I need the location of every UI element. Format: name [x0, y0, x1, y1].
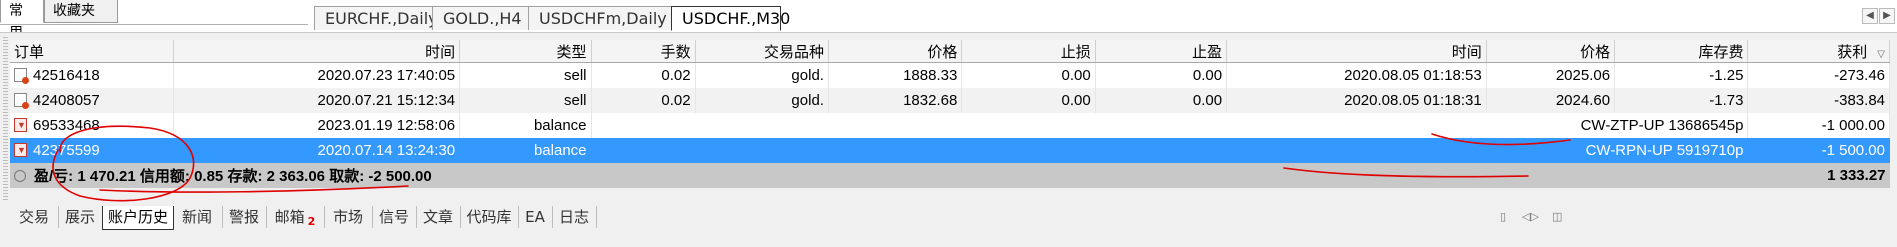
tab-code-base[interactable]: 代码库 [460, 206, 519, 228]
deposit-value: 2 363.06 [266, 168, 326, 185]
close-time: 2020.08.05 01:18:53 [1226, 62, 1487, 88]
terminal-tabs: 交易 展示 账户历史 新闻 警报 邮箱 2 市场 信号 文章 代码库 EA 日志 [10, 206, 1890, 230]
withdraw-value: -2 500.00 [368, 168, 432, 185]
deposit-label: 存款: [227, 168, 263, 185]
tab-trade[interactable]: 交易 [10, 206, 59, 228]
order-icon [14, 93, 29, 109]
close-price: 2025.06 [1486, 62, 1616, 88]
type: balance [459, 138, 592, 163]
stop-loss: 0.00 [961, 62, 1096, 88]
mail-count-badge: 2 [307, 215, 316, 228]
tabs-scroll-left-icon[interactable]: ◀ [1862, 8, 1878, 24]
panel-resize-icon[interactable]: ◫ [1552, 210, 1562, 223]
col-profit-label: 获利 [1837, 43, 1868, 61]
order-id: 42375599 [33, 142, 100, 159]
order-icon [14, 68, 29, 84]
col-stop-loss[interactable]: 止损 [961, 40, 1096, 63]
type: sell [459, 62, 592, 88]
open-price: 1888.33 [828, 62, 963, 88]
pl-label: 盈/亏: [34, 168, 74, 185]
table-header: 订单 时间 类型 手数 交易品种 价格 止损 止盈 时间 价格 库存费 获利 ▽ [10, 40, 1890, 63]
tab-alerts[interactable]: 警报 [222, 206, 267, 228]
col-open-time[interactable]: 时间 [173, 40, 461, 63]
withdraw-label: 取款: [329, 168, 365, 185]
col-type[interactable]: 类型 [459, 40, 592, 63]
tabs-scroll-right-icon[interactable]: ▶ [1879, 8, 1895, 24]
tab-articles[interactable]: 文章 [416, 206, 461, 228]
table-row[interactable]: 42516418 2020.07.23 17:40:05 sell 0.02 g… [10, 62, 1890, 88]
tab-mailbox-label: 邮箱 [274, 208, 305, 226]
col-symbol[interactable]: 交易品种 [695, 40, 829, 63]
take-profit: 0.00 [1095, 88, 1228, 113]
tab-mailbox[interactable]: 邮箱 2 [266, 206, 325, 228]
col-take-profit[interactable]: 止盈 [1095, 40, 1228, 63]
table-row[interactable]: ▼ 69533468 2023.01.19 12:58:06 balance CW… [10, 113, 1890, 138]
tab-exposure[interactable]: 展示 [58, 206, 103, 228]
lots: 0.02 [591, 88, 696, 113]
tab-news[interactable]: 新闻 [172, 206, 223, 228]
open-time: 2020.07.14 13:24:30 [173, 138, 461, 163]
col-open-price[interactable]: 价格 [828, 40, 963, 63]
tab-market[interactable]: 市场 [324, 206, 373, 228]
tab-favorites[interactable]: 收藏夹 [44, 0, 118, 23]
profit: -383.84 [1747, 88, 1890, 113]
profit: -1 500.00 [1747, 138, 1890, 163]
tab-journal[interactable]: 日志 [552, 206, 597, 228]
credit-value: 0.85 [194, 168, 224, 185]
summary-row: 盈/亏: 1 470.21 信用额: 0.85 存款: 2 363.06 取款:… [10, 163, 1890, 188]
navigator-tabs: 常用 收藏夹 [0, 0, 308, 41]
take-profit: 0.00 [1095, 62, 1228, 88]
symbol: gold. [695, 62, 829, 88]
comment: CW-RPN-UP 5919710p [591, 138, 1749, 163]
chart-tab-gold[interactable]: GOLD.,H4 [432, 6, 530, 30]
chart-tab-usdchf[interactable]: USDCHF.,M30 [671, 6, 790, 31]
col-order[interactable]: 订单 [10, 40, 175, 63]
type: sell [459, 88, 592, 113]
col-close-price[interactable]: 价格 [1486, 40, 1616, 63]
swap: -1.73 [1614, 88, 1749, 113]
credit-label: 信用额: [139, 168, 190, 185]
table-row[interactable]: 42408057 2020.07.21 15:12:34 sell 0.02 g… [10, 88, 1890, 113]
chart-tab-eurchf[interactable]: EURCHF.,Daily [314, 6, 438, 30]
order-id: 69533468 [33, 117, 100, 134]
panel-grip[interactable] [3, 37, 8, 202]
tab-experts[interactable]: EA [518, 206, 553, 228]
balance-icon: ▼ [14, 118, 27, 132]
panel-scroll-icon[interactable]: ◁▷ [1522, 210, 1539, 223]
swap: -1.25 [1614, 62, 1749, 88]
chart-tab-usdchfm[interactable]: USDCHFm,Daily [528, 6, 673, 30]
panel-size-icon[interactable]: ▯ [1500, 210, 1506, 223]
order-id: 42408057 [33, 92, 100, 109]
summary-total: 1 333.27 [1747, 163, 1890, 188]
lots: 0.02 [591, 62, 696, 88]
open-time: 2020.07.21 15:12:34 [173, 88, 461, 113]
tab-common[interactable]: 常用 [0, 0, 44, 41]
table-row-selected[interactable]: ▼ 42375599 2020.07.14 13:24:30 balance CW… [10, 138, 1890, 163]
open-time: 2020.07.23 17:40:05 [173, 62, 461, 88]
order-id: 42516418 [33, 67, 100, 84]
tab-signals[interactable]: 信号 [372, 206, 417, 228]
profit: -1 000.00 [1747, 113, 1890, 138]
open-time: 2023.01.19 12:58:06 [173, 113, 461, 138]
type: balance [459, 113, 592, 138]
col-profit[interactable]: 获利 ▽ [1747, 40, 1890, 63]
balance-icon: ▼ [14, 143, 27, 157]
close-time: 2020.08.05 01:18:31 [1226, 88, 1487, 113]
col-swap[interactable]: 库存费 [1614, 40, 1749, 63]
col-close-time[interactable]: 时间 [1226, 40, 1487, 63]
comment: CW-ZTP-UP 13686545p [591, 113, 1749, 138]
stop-loss: 0.00 [961, 88, 1096, 113]
summary-icon [14, 170, 26, 182]
sort-desc-icon: ▽ [1877, 48, 1885, 60]
pl-value: 1 470.21 [77, 168, 136, 185]
col-lots[interactable]: 手数 [591, 40, 696, 63]
symbol: gold. [695, 88, 829, 113]
close-price: 2024.60 [1486, 88, 1616, 113]
profit: -273.46 [1747, 62, 1890, 88]
terminal-panel: 订单 时间 类型 手数 交易品种 价格 止损 止盈 时间 价格 库存费 获利 ▽ … [0, 32, 1897, 247]
account-history-table: 订单 时间 类型 手数 交易品种 价格 止损 止盈 时间 价格 库存费 获利 ▽ … [10, 40, 1890, 188]
chart-tabs: EURCHF.,Daily GOLD.,H4 USDCHFm,Daily USD… [314, 6, 1884, 31]
tab-account-history[interactable]: 账户历史 [102, 206, 174, 230]
open-price: 1832.68 [828, 88, 963, 113]
